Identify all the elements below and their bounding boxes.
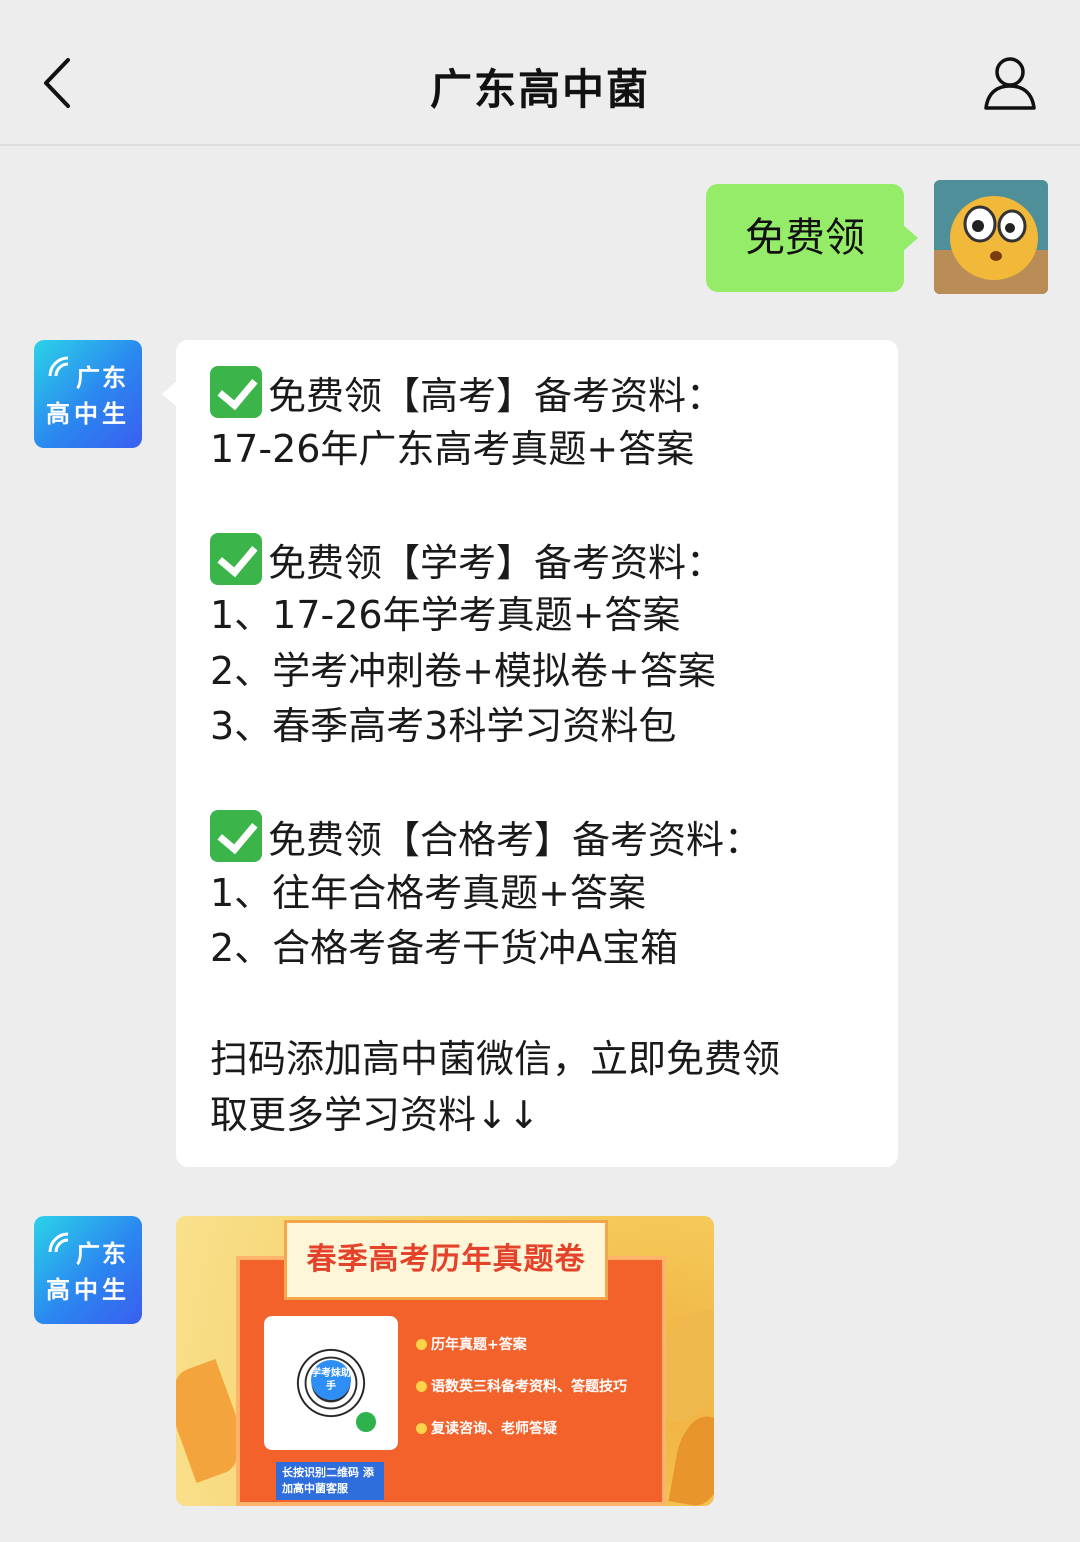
poster-feature: 复读咨询、老师答疑	[416, 1418, 557, 1438]
check-mark-icon	[210, 532, 262, 585]
chat-title: 广东高中菌	[429, 65, 650, 114]
incoming-message-bubble[interactable]: 免费领【高考】备考资料： 17-26年广东高考真题+答案 免费领【学考】备考资料…	[162, 340, 898, 1167]
sender-avatar[interactable]: 广东 高中生	[34, 340, 142, 448]
message-line: 3、春季高考3科学习资料包	[210, 704, 677, 748]
qr-code[interactable]: 学考妹助手	[264, 1316, 398, 1450]
profile-icon[interactable]	[980, 52, 1040, 112]
message-line: 2、合格考备考干货冲A宝箱	[210, 926, 679, 970]
message-line: 1、17-26年学考真题+答案	[210, 593, 681, 637]
chat-header: 广东高中菌	[0, 0, 1080, 146]
message-line: 扫码添加高中菌微信，立即免费领	[210, 1037, 781, 1081]
my-avatar[interactable]	[934, 180, 1048, 294]
mini-program-icon	[356, 1412, 376, 1432]
emoji-face-icon	[934, 180, 1048, 294]
check-mark-icon	[210, 810, 262, 862]
poster-feature: 语数英三科备考资料、答题技巧	[416, 1376, 627, 1396]
signal-icon	[48, 1232, 69, 1253]
sender-avatar[interactable]: 广东 高中生	[34, 1216, 142, 1324]
poster-banner: 春季高考历年真题卷	[284, 1220, 608, 1300]
message-line: 免费领【高考】备考资料：	[210, 366, 878, 422]
avatar-text-line2: 高中生	[46, 1276, 130, 1304]
message-line: 取更多学习资料↓↓	[210, 1092, 540, 1137]
signal-icon	[48, 356, 69, 377]
qr-center-label: 学考妹助手	[311, 1360, 351, 1400]
message-line: 17-26年广东高考真题+答案	[210, 426, 695, 471]
avatar-text-line1: 广东	[76, 364, 128, 392]
qr-tip: 长按识别二维码 添加高中菌客服	[276, 1462, 384, 1500]
poster-image-message[interactable]: 春季高考历年真题卷 学考妹助手 长按识别二维码 添加高中菌客服 历年真题+答案 …	[176, 1216, 714, 1506]
avatar-text-line1: 广东	[76, 1240, 128, 1268]
message-line: 2、学考冲刺卷+模拟卷+答案	[210, 648, 716, 693]
outgoing-message-bubble[interactable]: 免费领	[706, 184, 918, 292]
message-line: 免费领【合格考】备考资料：	[210, 810, 878, 866]
check-mark-icon	[210, 366, 262, 418]
avatar-text-line2: 高中生	[46, 400, 130, 428]
message-line: 1、往年合格考真题+答案	[210, 870, 647, 915]
poster-feature: 历年真题+答案	[416, 1334, 527, 1354]
message-line: 免费领【学考】备考资料：	[210, 532, 878, 589]
